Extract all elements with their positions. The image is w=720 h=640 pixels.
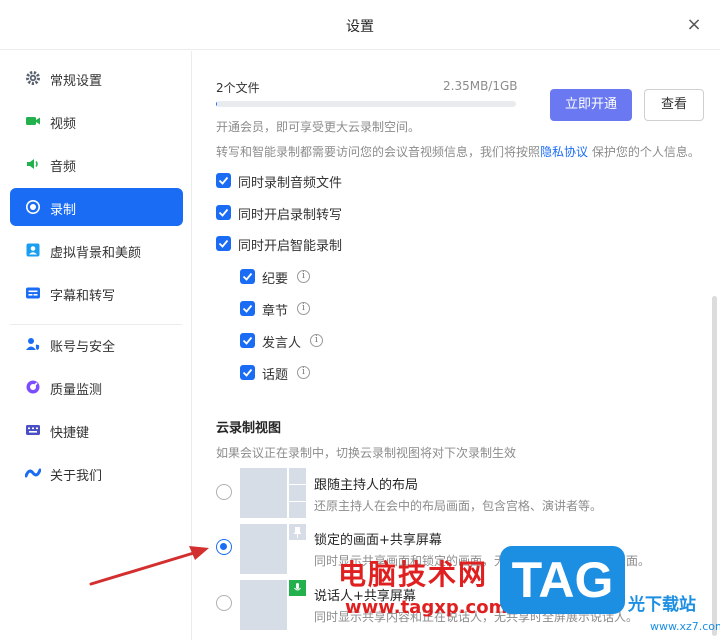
sidebar-item-label: 视频 — [50, 117, 77, 132]
pin-icon — [293, 527, 302, 538]
cloud-view-desc: 如果会议正在录制中，切换云录制视图将对下次录制生效 — [216, 446, 517, 460]
sidebar-item-quality-monitor[interactable]: 质量监测 — [10, 368, 183, 406]
window-title: 设置 — [346, 19, 374, 35]
sidebar-item-general[interactable]: 常规设置 — [10, 59, 183, 97]
cloud-view-title: 云录制视图 — [216, 421, 282, 436]
watermark-url: www.tagxp.com — [345, 597, 508, 618]
storage-tip: 开通会员，即可享受更大云录制空间。 — [216, 120, 421, 134]
sidebar-item-subtitles[interactable]: 字幕和转写 — [10, 274, 183, 312]
portrait-icon — [26, 243, 40, 257]
sidebar-item-label: 虚拟背景和美颜 — [50, 246, 142, 261]
record-audio-label: 同时录制音频文件 — [238, 176, 343, 191]
thumbnail-main-view — [240, 468, 287, 518]
privacy-policy-link[interactable]: 隐私协议 — [540, 145, 588, 159]
annotation-arrow — [89, 546, 209, 586]
storage-usage: 2.35MB/1GB — [443, 79, 518, 93]
info-icon[interactable]: i — [310, 334, 323, 347]
privacy-notice-suffix: 保护您的个人信息。 — [591, 145, 700, 159]
sidebar-item-about[interactable]: 关于我们 — [10, 454, 183, 492]
record-icon — [26, 200, 40, 214]
layout-locked-share-title: 锁定的画面+共享屏幕 — [314, 533, 442, 548]
microphone-icon — [294, 583, 301, 591]
watermark-side-text: 光下载站 — [628, 595, 696, 615]
thumbnail-side-tile — [289, 502, 306, 518]
open-membership-button[interactable]: 立即开通 — [550, 89, 632, 121]
sidebar-item-audio[interactable]: 音频 — [10, 145, 183, 183]
sidebar-item-label: 常规设置 — [50, 74, 103, 89]
settings-window: 设置 × 常规设置 视频 音频 录制 虚拟背景和美颜 字幕和转写 账号与安全 质… — [0, 0, 720, 640]
sidebar-item-label: 录制 — [50, 203, 77, 218]
layout-speaker-share-radio[interactable] — [216, 595, 232, 611]
storage-file-count: 2个文件 — [216, 81, 260, 95]
speakers-checkbox[interactable] — [240, 333, 255, 348]
chapters-checkbox[interactable] — [240, 301, 255, 316]
sidebar-item-label: 质量监测 — [50, 383, 103, 398]
keyboard-icon — [26, 425, 40, 435]
info-icon[interactable]: i — [297, 366, 310, 379]
layout-follow-host-title: 跟随主持人的布局 — [314, 478, 419, 493]
layout-locked-share-thumbnail[interactable] — [240, 524, 306, 574]
sidebar-item-label: 音频 — [50, 160, 77, 175]
layout-follow-host-radio[interactable] — [216, 484, 232, 500]
brand-logo-icon — [25, 468, 41, 478]
thumbnail-side-tile — [289, 580, 306, 596]
content-scrollbar[interactable] — [712, 296, 717, 636]
sidebar-item-virtual-background[interactable]: 虚拟背景和美颜 — [10, 231, 183, 269]
privacy-notice-prefix: 转写和智能录制都需要访问您的会议音视频信息，我们将按照 — [216, 145, 541, 159]
sidebar-item-shortcuts[interactable]: 快捷键 — [10, 411, 183, 449]
monitor-gauge-icon — [26, 380, 40, 394]
speaker-icon — [27, 159, 38, 169]
layout-locked-share-radio[interactable] — [216, 539, 232, 555]
smart-record-label: 同时开启智能录制 — [238, 239, 343, 254]
sidebar-item-account-security[interactable]: 账号与安全 — [10, 325, 183, 363]
view-storage-button[interactable]: 查看 — [644, 89, 704, 121]
sidebar-item-label: 字幕和转写 — [50, 289, 116, 304]
storage-progress-bar — [216, 101, 516, 107]
topics-checkbox[interactable] — [240, 365, 255, 380]
sidebar-item-label: 账号与安全 — [50, 340, 116, 355]
topics-label: 话题 — [262, 368, 289, 383]
record-audio-checkbox[interactable] — [216, 173, 231, 188]
subtitle-icon — [26, 287, 40, 299]
privacy-notice: 转写和智能录制都需要访问您的会议音视频信息，我们将按照隐私协议 保护您的个人信息… — [216, 143, 700, 160]
video-camera-icon — [26, 117, 40, 125]
layout-follow-host-desc: 还原主持人在会中的布局画面，包含宫格、演讲者等。 — [314, 499, 603, 513]
thumbnail-side-tile — [289, 485, 306, 501]
speakers-label: 发言人 — [262, 336, 302, 351]
info-icon[interactable]: i — [297, 270, 310, 283]
record-transcribe-label: 同时开启录制转写 — [238, 208, 343, 223]
layout-follow-host-thumbnail[interactable] — [240, 468, 306, 518]
sidebar-item-recording[interactable]: 录制 — [10, 188, 183, 226]
user-shield-icon — [26, 338, 40, 351]
layout-speaker-share-thumbnail[interactable] — [240, 580, 306, 630]
watermark-side-url: www.xz7.com — [650, 620, 720, 633]
title-bar: 设置 × — [0, 0, 720, 50]
thumbnail-side-tile — [289, 468, 306, 484]
summary-label: 纪要 — [262, 272, 289, 287]
info-icon[interactable]: i — [297, 302, 310, 315]
tag-logo: TAG — [500, 546, 625, 614]
sidebar-item-video[interactable]: 视频 — [10, 102, 183, 140]
close-icon[interactable]: × — [682, 13, 706, 37]
thumbnail-main-view — [240, 580, 287, 630]
thumbnail-main-view — [240, 524, 287, 574]
storage-progress-fill — [216, 101, 218, 107]
record-transcribe-checkbox[interactable] — [216, 205, 231, 220]
sidebar-item-label: 关于我们 — [50, 469, 103, 484]
recording-settings-panel: 2个文件 2.35MB/1GB 开通会员，即可享受更大云录制空间。 立即开通 查… — [193, 51, 720, 640]
thumbnail-side-tile — [289, 524, 306, 540]
smart-record-checkbox[interactable] — [216, 236, 231, 251]
summary-checkbox[interactable] — [240, 269, 255, 284]
sidebar-item-label: 快捷键 — [50, 426, 90, 441]
gear-icon — [26, 71, 40, 85]
watermark-text: 电脑技术网 — [338, 558, 489, 591]
chapters-label: 章节 — [262, 304, 289, 319]
